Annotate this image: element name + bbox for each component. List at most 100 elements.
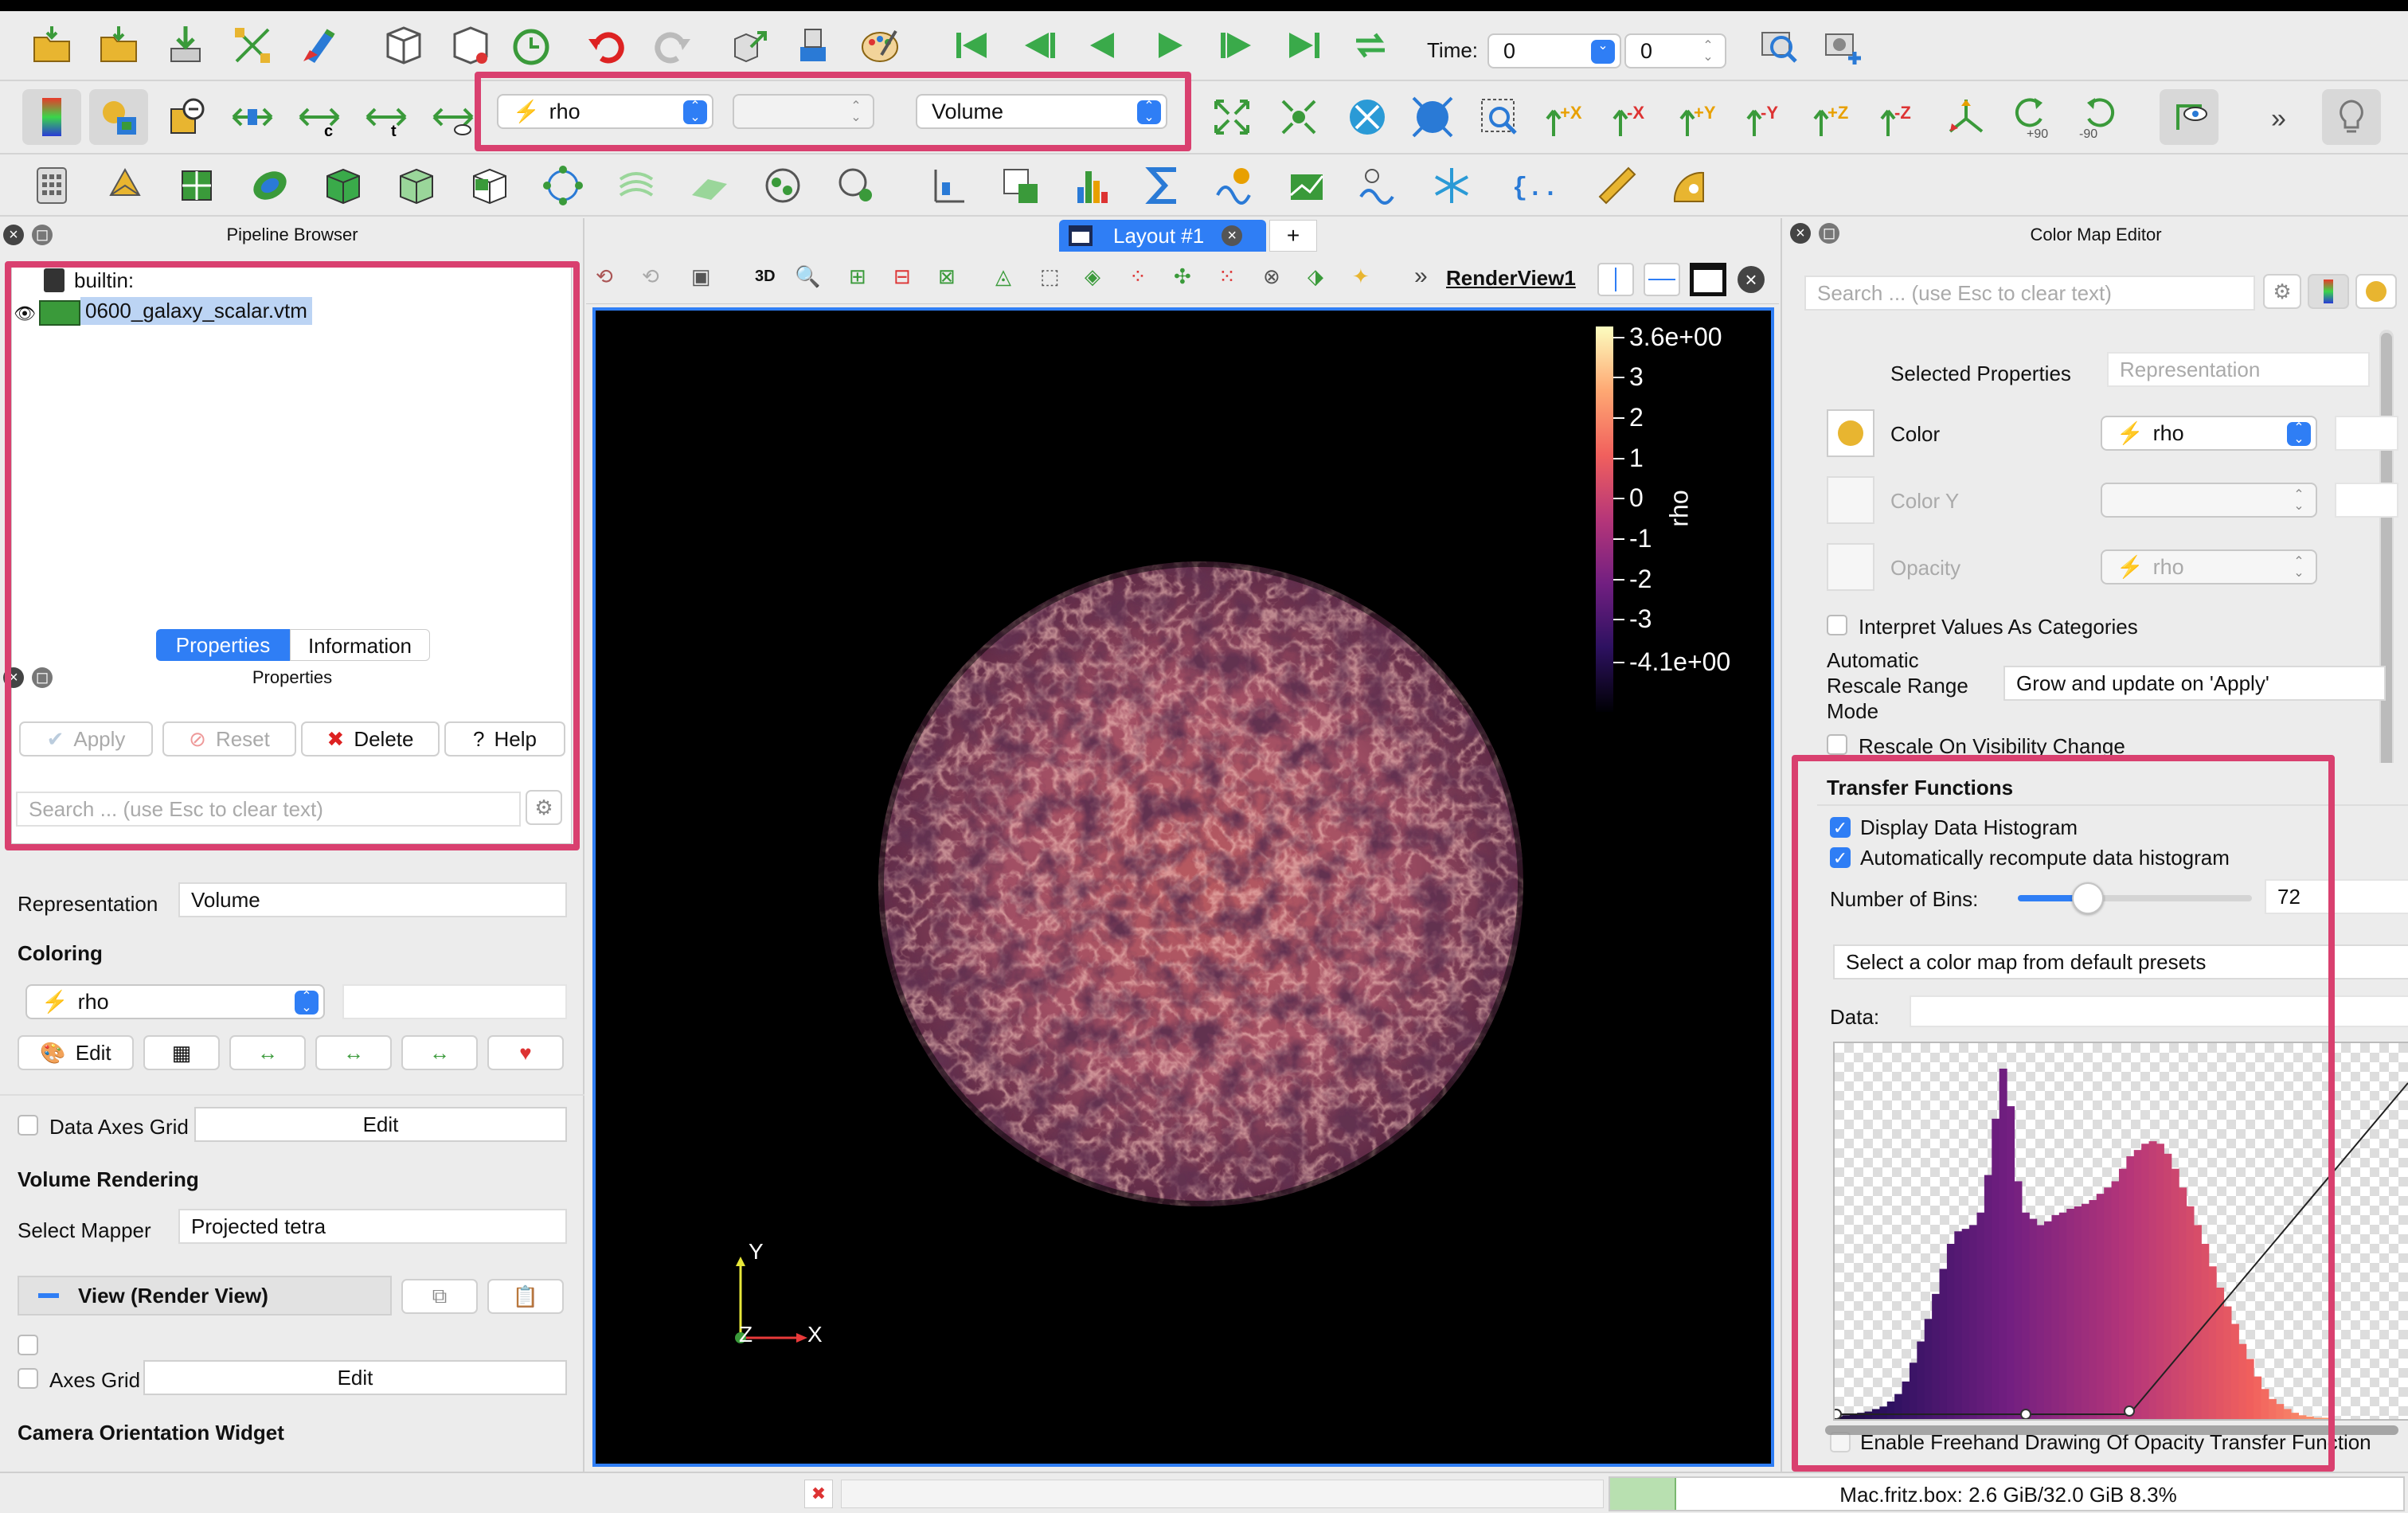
extract-subset-icon[interactable] <box>387 158 446 213</box>
glyph-icon[interactable] <box>460 158 519 213</box>
select-cells-icon[interactable]: ⊞ <box>849 264 866 289</box>
favorites-button[interactable]: ♥ <box>487 1035 564 1070</box>
particle-tracer-icon[interactable] <box>1349 158 1408 213</box>
view-plus-z-icon[interactable]: +Z <box>1803 89 1862 145</box>
rotate-plus-90-icon[interactable]: +90 <box>2002 89 2061 145</box>
gear-icon[interactable]: ⚙ <box>526 790 562 825</box>
zoom-to-data-icon[interactable] <box>1338 89 1397 145</box>
auto-histogram-checkbox[interactable]: ✓ <box>1830 847 1851 868</box>
play-icon[interactable] <box>1140 18 1199 73</box>
redo-icon[interactable] <box>642 18 701 73</box>
extract-selection-icon[interactable]: ⬗ <box>1308 264 1323 289</box>
close-view-icon[interactable]: × <box>1738 266 1765 293</box>
plot-data-over-time-icon[interactable] <box>1277 158 1336 213</box>
zoom-box-view-icon[interactable]: 🔍 <box>795 264 820 289</box>
mapper-field[interactable]: Projected tetra <box>178 1209 567 1244</box>
tab-properties[interactable]: Properties <box>156 629 290 661</box>
pipeline-item-builtin[interactable]: builtin: <box>74 268 134 293</box>
toolbar-overflow-icon[interactable]: » <box>2271 104 2286 135</box>
color-array-combo[interactable]: ⚡ rho ⌃ ⌄ <box>497 94 713 129</box>
data-axes-grid-edit-button[interactable]: Edit <box>194 1107 567 1142</box>
component-combo[interactable]: ⌃ ⌄ <box>733 94 874 129</box>
bins-value-field[interactable]: 72 <box>2265 879 2408 914</box>
threshold-icon[interactable] <box>314 158 373 213</box>
interpret-categories-checkbox[interactable] <box>1827 615 1847 635</box>
reset-camera-closest-icon[interactable] <box>1269 89 1328 145</box>
edit-colormap-button[interactable]: 🎨 Edit <box>18 1035 134 1070</box>
opacity-control-point[interactable] <box>2020 1409 2031 1419</box>
split-vertical-icon[interactable] <box>1644 263 1680 296</box>
reset-camera-closest-view-icon[interactable]: ⟲ <box>642 264 659 289</box>
group-datasets-icon[interactable] <box>680 158 739 213</box>
apply-button[interactable]: ✔ Apply <box>19 721 153 756</box>
open-file-icon[interactable] <box>22 18 81 73</box>
palette-icon[interactable] <box>850 18 909 73</box>
probe-line-icon[interactable] <box>919 158 978 213</box>
reset-button[interactable]: ⊘ Reset <box>162 721 296 756</box>
time-value-combo[interactable]: 0 ⌄ <box>1487 33 1621 68</box>
warp-icon[interactable] <box>607 158 666 213</box>
auto-rescale-combo[interactable]: Grow and update on 'Apply' <box>2003 666 2386 701</box>
error-icon[interactable]: ✖ <box>804 1480 833 1508</box>
cell-centers-icon[interactable] <box>827 158 885 213</box>
rescale-custom-button[interactable]: ↔ <box>315 1035 392 1070</box>
bins-slider-track[interactable] <box>2018 882 2252 914</box>
sigma-icon[interactable] <box>1134 158 1193 213</box>
opacity-combo[interactable]: ⚡ rho ⌃ ⌄ <box>2101 549 2317 584</box>
loop-icon[interactable] <box>1341 18 1400 73</box>
lightbulb-icon[interactable] <box>2322 89 2381 145</box>
representation-field[interactable]: Volume <box>178 882 567 917</box>
data-range-field[interactable] <box>1910 995 2408 1027</box>
rescale-temporal-button[interactable]: ↔ <box>401 1035 478 1070</box>
rescale-data-range-icon[interactable]: c <box>290 89 349 145</box>
color-legend-icon[interactable] <box>22 89 81 145</box>
toggle-3d-button[interactable]: 3D <box>755 268 776 286</box>
axes-grid-checkbox[interactable] <box>18 1368 38 1389</box>
rescale-visible-range-icon[interactable] <box>424 89 483 145</box>
zoom-box-icon[interactable] <box>1470 89 1529 145</box>
zoom-closest-icon[interactable] <box>1403 89 1462 145</box>
rescale-visibility-checkbox[interactable] <box>1827 734 1847 755</box>
coloring-component-combo[interactable] <box>342 984 567 1019</box>
new-layout-tab-button[interactable]: + <box>1269 220 1317 252</box>
color-legend-bar[interactable] <box>1596 326 1613 712</box>
camera-redo-icon[interactable] <box>784 18 842 73</box>
last-frame-icon[interactable] <box>1274 18 1333 73</box>
tab-information[interactable]: Information <box>290 629 430 661</box>
previous-frame-icon[interactable] <box>1010 18 1069 73</box>
contour-icon[interactable] <box>96 158 154 213</box>
render-view-name[interactable]: RenderView1 <box>1446 266 1576 291</box>
transfer-function-editor[interactable] <box>1833 1042 2408 1421</box>
preset-combo[interactable]: Select a color map from default presets <box>1833 944 2408 979</box>
reset-camera-icon[interactable] <box>1202 89 1261 145</box>
camera-undo-icon[interactable] <box>720 18 779 73</box>
close-icon[interactable]: × <box>1222 225 1243 246</box>
opacity-control-point[interactable] <box>1835 1409 1842 1419</box>
delete-button[interactable]: ✖ Delete <box>301 721 440 756</box>
cme-representation-field[interactable]: Representation <box>2107 352 2370 387</box>
copy-view-button[interactable]: ⧉ <box>401 1279 478 1314</box>
view-minus-z-icon[interactable]: -Z <box>1870 89 1929 145</box>
maximize-icon[interactable] <box>1690 263 1726 296</box>
interactive-select-icon[interactable]: ◈ <box>1085 264 1100 289</box>
grow-selection-icon[interactable]: ⁙ <box>1218 264 1236 289</box>
slice-icon[interactable] <box>240 158 299 213</box>
choose-preset-button[interactable]: ▦ <box>143 1035 220 1070</box>
opacity-control-point[interactable] <box>2124 1405 2135 1417</box>
data-axes-grid-checkbox[interactable] <box>18 1335 38 1355</box>
shrink-selection-icon[interactable]: ⊗ <box>1263 264 1280 289</box>
rescale-custom-range-icon[interactable] <box>223 89 282 145</box>
python-script-icon[interactable]: {..} <box>1502 158 1561 213</box>
hover-cells-icon[interactable]: ✣ <box>1174 264 1191 289</box>
plot-over-line-icon[interactable] <box>991 158 1050 213</box>
select-block-icon[interactable]: ⬚ <box>1040 264 1060 289</box>
reset-camera-view-icon[interactable]: ⟲ <box>596 264 613 289</box>
connect-icon[interactable] <box>223 18 282 73</box>
hover-points-icon[interactable]: ⁘ <box>1129 264 1147 289</box>
properties-search-input[interactable]: Search ... (use Esc to clear text) <box>16 792 521 827</box>
macro-icon[interactable] <box>290 18 349 73</box>
protractor-icon[interactable] <box>1661 158 1720 213</box>
screenshot-icon[interactable]: ▣ <box>691 264 711 289</box>
extract-level-icon[interactable] <box>753 158 812 213</box>
view-plus-x-icon[interactable]: +X <box>1535 89 1594 145</box>
